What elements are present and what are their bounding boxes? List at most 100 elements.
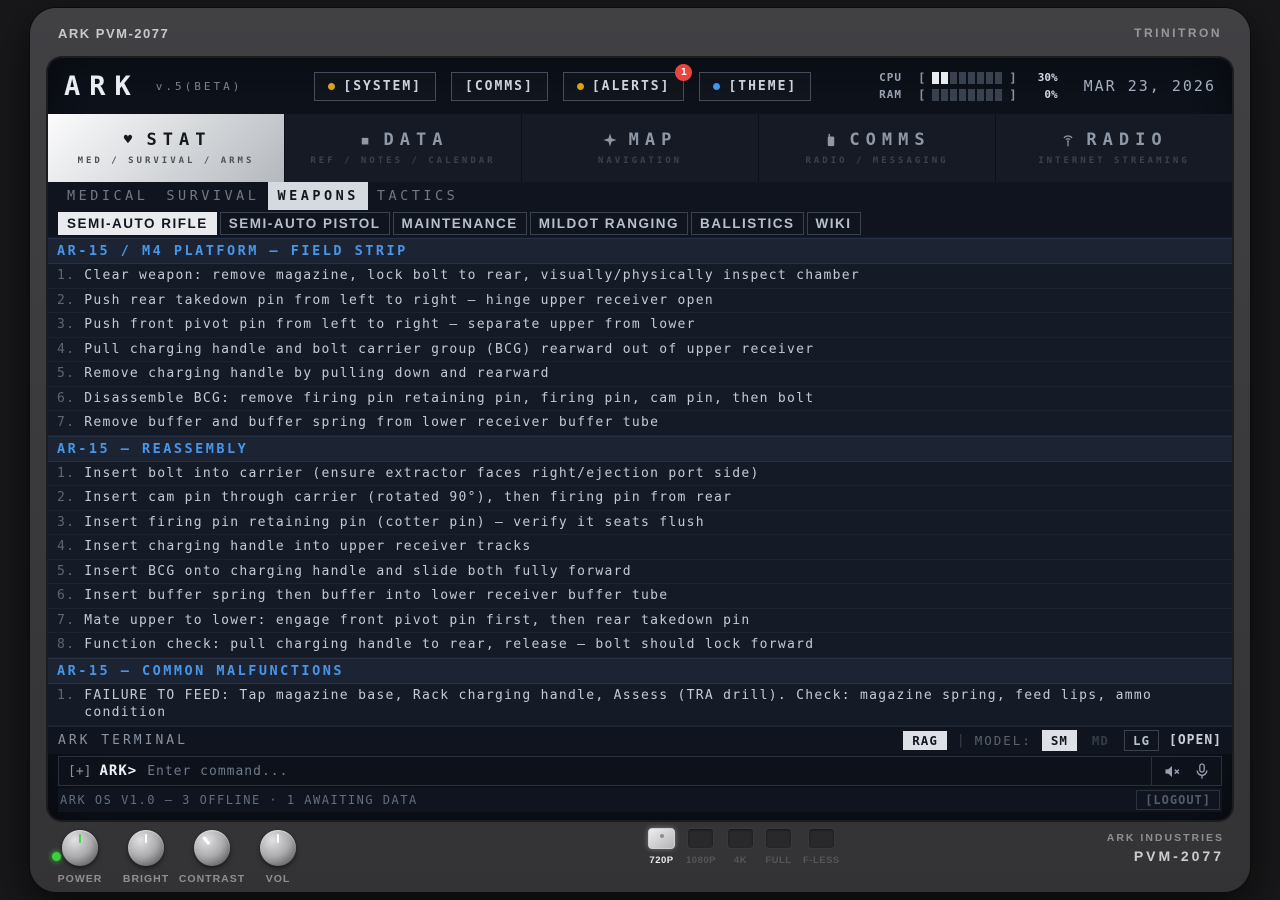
model-button-lg[interactable]: LG	[1123, 730, 1160, 751]
tab-label: MAP	[628, 130, 678, 150]
model-button-sm[interactable]: SM	[1041, 730, 1077, 751]
list-item-text: Push front pivot pin from left to right …	[84, 317, 696, 332]
doc-tab-ballistics[interactable]: BALLISTICS	[691, 212, 804, 235]
tab-comms[interactable]: COMMS RADIO / MESSAGING	[759, 114, 996, 182]
subnav-item-tactics[interactable]: TACTICS	[368, 182, 467, 210]
tab-subtitle: MED / SURVIVAL / ARMS	[77, 156, 255, 166]
tab-title: RADIO	[1060, 130, 1167, 150]
power-knob[interactable]	[62, 830, 98, 866]
subnav-item-survival[interactable]: SURVIVAL	[157, 182, 268, 210]
list-item-number: 2.	[57, 490, 76, 505]
list-item-text: Remove charging handle by pulling down a…	[84, 366, 550, 381]
tab-title: MAP	[603, 130, 678, 150]
tab-data[interactable]: ■ DATA REF / NOTES / CALENDAR	[285, 114, 522, 182]
list-item-number: 7.	[57, 415, 76, 430]
list-item-text: Push rear takedown pin from left to righ…	[84, 292, 715, 308]
microphone-icon[interactable]	[1195, 762, 1209, 780]
command-input-icons	[1151, 757, 1221, 785]
knob-bright: BRIGHT	[123, 830, 168, 885]
doc-tab-semi-auto-rifle[interactable]: SEMI-AUTO RIFLE	[58, 212, 217, 235]
model-size-group: SM MD LG	[1041, 730, 1160, 751]
f-less-button[interactable]	[807, 828, 835, 849]
meter-segment	[941, 88, 949, 101]
list-item: 8. Function check: pull charging handle t…	[48, 633, 1232, 658]
list-item-text: Clear weapon: remove magazine, lock bolt…	[84, 268, 861, 283]
system-meters: CPU [] 30% RAM [] 0%	[879, 71, 1057, 102]
model-button-md[interactable]: MD	[1083, 730, 1118, 751]
cpu-meter: CPU [] 30%	[879, 71, 1057, 85]
section-header: AR-15 / M4 PLATFORM — FIELD STRIP	[48, 238, 1232, 264]
720p-button[interactable]	[648, 828, 675, 849]
list-item: 5. Insert BCG onto charging handle and sl…	[48, 560, 1232, 584]
terminal-controls: RAG | MODEL: SM MD LG [OPEN]	[903, 730, 1222, 751]
4k-button[interactable]	[726, 828, 754, 849]
meter-segment	[932, 71, 940, 84]
meter-label: CPU	[879, 71, 903, 84]
doc-tab-mildot-ranging[interactable]: MILDOT RANGING	[529, 212, 689, 235]
list-item-number: 5.	[57, 366, 76, 381]
list-item: 4. Pull charging handle and bolt carrier …	[48, 338, 1232, 362]
meter-segment	[950, 88, 958, 101]
tab-label: STAT	[146, 130, 212, 150]
header-button-group: [SYSTEM] [COMMS] [ALERTS] 1 [THEME]	[314, 63, 812, 101]
brand-plate: ARK INDUSTRIES PVM-2077	[1107, 832, 1224, 864]
antenna-icon	[1060, 133, 1075, 148]
tab-stat[interactable]: ♥ STAT MED / SURVIVAL / ARMS	[48, 114, 285, 182]
list-item: 4. Insert charging handle into upper rece…	[48, 535, 1232, 560]
open-terminal-button[interactable]: [OPEN]	[1169, 733, 1222, 748]
list-item-number: 3.	[57, 514, 76, 530]
alerts-button[interactable]: [ALERTS] 1	[562, 63, 693, 101]
meter-segment	[932, 88, 940, 101]
tab-radio[interactable]: RADIO INTERNET STREAMING	[996, 114, 1232, 182]
subnav-item-medical[interactable]: MEDICAL	[58, 182, 157, 210]
vol-knob[interactable]	[260, 830, 296, 866]
knob-label: CONTRAST	[178, 873, 246, 885]
muted-speaker-icon[interactable]	[1164, 764, 1181, 779]
comms-button[interactable]: [COMMS]	[451, 71, 548, 101]
tab-map[interactable]: MAP NAVIGATION	[522, 114, 759, 182]
full-button[interactable]	[764, 828, 792, 849]
subnav-item-weapons[interactable]: WEAPONS	[268, 182, 368, 210]
meter-segment	[986, 88, 994, 101]
meter-segment	[959, 71, 967, 84]
logout-button[interactable]: [LOGOUT]	[1136, 790, 1220, 810]
meter-segment	[995, 88, 1003, 101]
doc-tab-semi-auto-pistol[interactable]: SEMI-AUTO PISTOL	[219, 212, 390, 235]
meter-label: RAM	[879, 88, 903, 101]
bright-knob[interactable]	[128, 830, 164, 866]
command-input-row: [+] ARK>	[58, 756, 1222, 786]
contrast-knob[interactable]	[194, 830, 230, 866]
knob-power: POWER	[58, 830, 101, 885]
system-button[interactable]: [SYSTEM]	[314, 71, 437, 101]
add-command-button[interactable]: [+]	[59, 764, 99, 779]
command-input[interactable]	[147, 757, 1151, 785]
walkie-talkie-icon	[823, 133, 838, 148]
terminal-separator: |	[956, 733, 965, 748]
list-item: 7. Remove buffer and buffer spring from l…	[48, 411, 1232, 436]
terminal-bar: ARK TERMINAL RAG | MODEL: SM MD LG [OPEN]	[48, 726, 1232, 754]
knob-label: BRIGHT	[122, 873, 170, 885]
list-item-number: 7.	[57, 612, 76, 628]
bezel-model-label: ARK PVM-2077	[58, 25, 170, 41]
theme-button[interactable]: [THEME]	[699, 71, 812, 101]
meter-segments	[932, 88, 1003, 101]
res-option-4k: 4K	[726, 828, 754, 866]
list-item-text: Insert bolt into carrier (ensure extract…	[84, 465, 760, 481]
meter-percent: 30%	[1037, 71, 1058, 84]
1080p-button[interactable]	[687, 828, 715, 849]
doc-tab-wiki[interactable]: WIKI	[806, 212, 861, 235]
knob-vol: VOL	[260, 830, 296, 885]
app-header: ARK v.5(BETA) [SYSTEM] [COMMS] [ALERTS] 1 [T…	[48, 58, 1232, 114]
list-item-text: FAILURE TO FEED: Tap magazine base, Rack…	[84, 687, 1153, 721]
brand-company: ARK INDUSTRIES	[1106, 832, 1224, 844]
crt-screen: ARK v.5(BETA) [SYSTEM] [COMMS] [ALERTS] 1 [T…	[48, 58, 1232, 820]
power-led	[52, 852, 61, 861]
list-item-number: 5.	[57, 563, 76, 579]
list-item: 2. Push rear takedown pin from left to ri…	[48, 289, 1232, 313]
tab-title: ♥ STAT	[121, 130, 212, 150]
status-bar: ARK OS V1.0 — 3 OFFLINE · 1 AWAITING DAT…	[58, 788, 1222, 812]
list-item-number: 1.	[57, 268, 76, 283]
tab-subtitle: REF / NOTES / CALENDAR	[310, 156, 496, 166]
doc-tab-maintenance[interactable]: MAINTENANCE	[392, 212, 527, 235]
rag-toggle-button[interactable]: RAG	[903, 731, 947, 750]
